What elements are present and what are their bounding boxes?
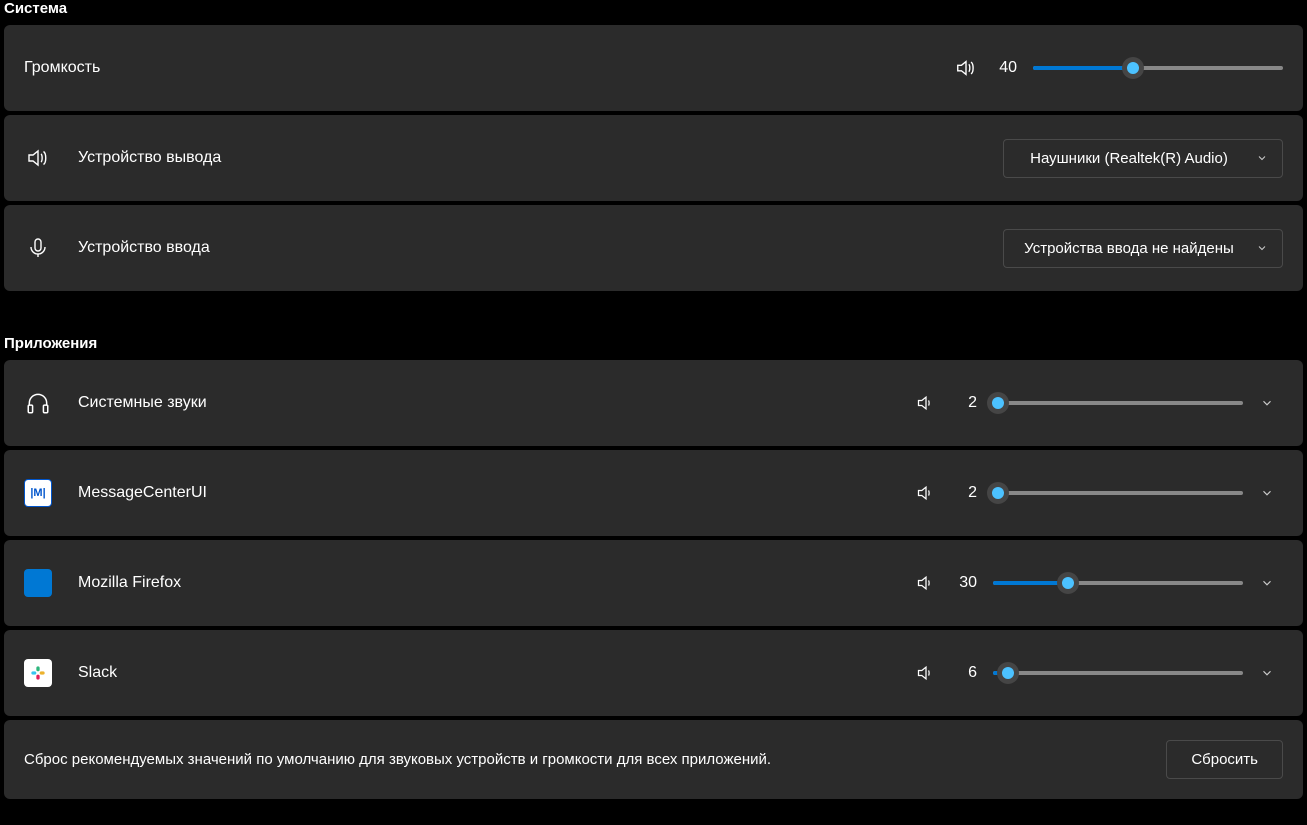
- output-device-label: Устройство вывода: [78, 149, 1003, 167]
- chevron-down-icon: [1256, 242, 1268, 254]
- reset-button[interactable]: Сбросить: [1166, 740, 1283, 779]
- app-volume-slider[interactable]: [993, 481, 1243, 505]
- chevron-down-icon: [1256, 152, 1268, 164]
- app-volume-value: 2: [953, 394, 977, 412]
- speaker-icon[interactable]: [915, 572, 937, 594]
- app-volume-value: 30: [953, 574, 977, 592]
- expand-button[interactable]: [1251, 477, 1283, 509]
- system-volume-row: Громкость 40: [4, 25, 1303, 111]
- app-row-slack: Slack 6: [4, 630, 1303, 716]
- expand-button[interactable]: [1251, 657, 1283, 689]
- app-volume-value: 2: [953, 484, 977, 502]
- firefox-icon: [24, 569, 52, 597]
- speaker-icon[interactable]: [915, 662, 937, 684]
- app-row-messagecenterui: |M| MessageCenterUI 2: [4, 450, 1303, 536]
- input-device-selected: Устройства ввода не найдены: [1024, 240, 1234, 257]
- app-name: Slack: [78, 664, 915, 682]
- headphones-icon: [24, 389, 52, 417]
- app-name: Mozilla Firefox: [78, 574, 915, 592]
- input-device-row: Устройство ввода Устройства ввода не най…: [4, 205, 1303, 291]
- output-device-row: Устройство вывода Наушники (Realtek(R) A…: [4, 115, 1303, 201]
- expand-button[interactable]: [1251, 387, 1283, 419]
- input-device-dropdown[interactable]: Устройства ввода не найдены: [1003, 229, 1283, 268]
- app-volume-slider[interactable]: [993, 391, 1243, 415]
- message-center-icon: |M|: [24, 479, 52, 507]
- volume-value: 40: [993, 59, 1017, 77]
- reset-row: Сброс рекомендуемых значений по умолчани…: [4, 720, 1303, 799]
- speaker-icon[interactable]: [915, 482, 937, 504]
- expand-button[interactable]: [1251, 567, 1283, 599]
- output-device-selected: Наушники (Realtek(R) Audio): [1030, 150, 1228, 167]
- volume-slider[interactable]: [1033, 56, 1283, 80]
- input-device-label: Устройство ввода: [78, 239, 1003, 257]
- speaker-icon: [24, 144, 52, 172]
- app-row-firefox: Mozilla Firefox 30: [4, 540, 1303, 626]
- app-volume-slider[interactable]: [993, 661, 1243, 685]
- microphone-icon: [24, 234, 52, 262]
- slack-icon: [24, 659, 52, 687]
- speaker-icon[interactable]: [915, 392, 937, 414]
- app-volume-slider[interactable]: [993, 571, 1243, 595]
- app-name: MessageCenterUI: [78, 484, 915, 502]
- app-volume-value: 6: [953, 664, 977, 682]
- apps-section-header: Приложения: [4, 335, 1303, 360]
- speaker-icon[interactable]: [955, 57, 977, 79]
- reset-description: Сброс рекомендуемых значений по умолчани…: [24, 751, 771, 768]
- system-section-header: Система: [4, 0, 1303, 25]
- app-row-system-sounds: Системные звуки 2: [4, 360, 1303, 446]
- app-name: Системные звуки: [78, 394, 915, 412]
- output-device-dropdown[interactable]: Наушники (Realtek(R) Audio): [1003, 139, 1283, 178]
- volume-label: Громкость: [24, 59, 955, 77]
